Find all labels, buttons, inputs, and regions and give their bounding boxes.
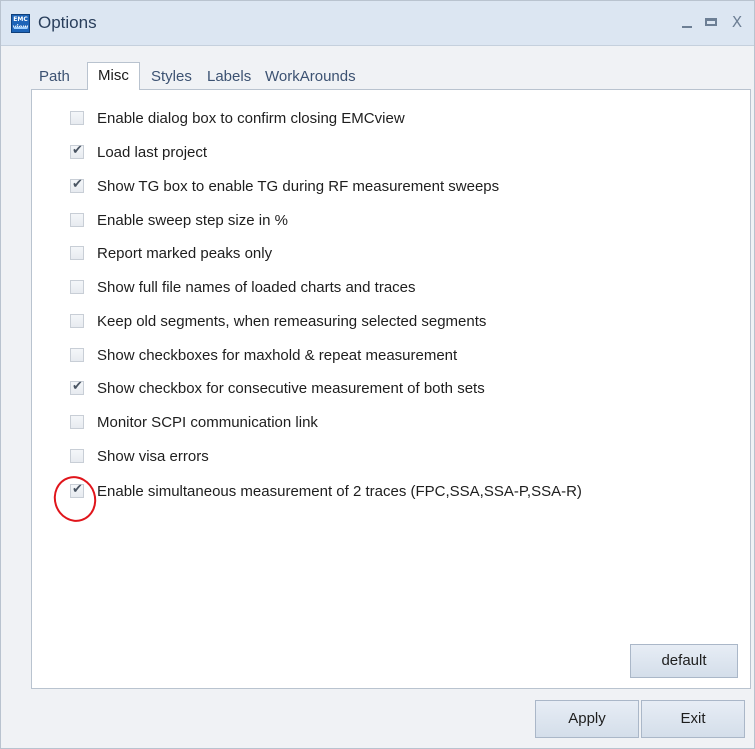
- tab-path[interactable]: Path: [39, 65, 70, 89]
- checkbox[interactable]: ✔: [70, 379, 84, 395]
- option-show-visa-errors[interactable]: ✔ Show visa errors: [70, 445, 209, 467]
- option-monitor-scpi[interactable]: ✔ Monitor SCPI communication link: [70, 411, 318, 433]
- option-confirm-closing[interactable]: ✔ Enable dialog box to confirm closing E…: [70, 107, 405, 129]
- close-button[interactable]: X: [727, 12, 747, 32]
- tab-workarounds[interactable]: WorkArounds: [265, 65, 356, 89]
- option-label: Show checkbox for consecutive measuremen…: [97, 379, 485, 397]
- maximize-button[interactable]: [701, 12, 721, 32]
- apply-button[interactable]: Apply: [535, 700, 639, 738]
- option-maxhold-repeat[interactable]: ✔ Show checkboxes for maxhold & repeat m…: [70, 344, 457, 366]
- check-icon: ✔: [72, 177, 83, 192]
- tab-strip: Path Misc Styles Labels WorkArounds: [31, 62, 731, 90]
- option-consecutive-measurement[interactable]: ✔ Show checkbox for consecutive measurem…: [70, 377, 485, 399]
- minimize-icon: [682, 26, 692, 28]
- checkbox[interactable]: ✔: [70, 415, 84, 429]
- tab-styles[interactable]: Styles: [151, 65, 192, 89]
- option-simultaneous-2-traces[interactable]: ✔ Enable simultaneous measurement of 2 t…: [70, 480, 582, 502]
- check-icon: ✔: [72, 143, 83, 158]
- option-load-last-project[interactable]: ✔ Load last project: [70, 141, 207, 163]
- option-sweep-step-percent[interactable]: ✔ Enable sweep step size in %: [70, 209, 288, 231]
- option-label: Enable dialog box to confirm closing EMC…: [97, 109, 405, 127]
- option-report-marked-peaks[interactable]: ✔ Report marked peaks only: [70, 242, 272, 264]
- checkbox[interactable]: ✔: [70, 177, 84, 193]
- option-full-file-names[interactable]: ✔ Show full file names of loaded charts …: [70, 276, 416, 298]
- option-label: Keep old segments, when remeasuring sele…: [97, 312, 487, 330]
- minimize-button[interactable]: [677, 12, 697, 32]
- check-icon: ✔: [72, 379, 83, 394]
- option-label: Enable simultaneous measurement of 2 tra…: [97, 482, 582, 500]
- checkbox[interactable]: ✔: [70, 348, 84, 362]
- app-icon-bar: [14, 27, 27, 29]
- tab-labels[interactable]: Labels: [207, 65, 251, 89]
- app-icon-text: EMC: [13, 16, 28, 23]
- option-keep-old-segments[interactable]: ✔ Keep old segments, when remeasuring se…: [70, 310, 486, 332]
- checkbox[interactable]: ✔: [70, 314, 84, 328]
- option-label: Show full file names of loaded charts an…: [97, 278, 416, 296]
- options-dialog: EMC view Options X Path Misc Styles Labe…: [0, 0, 755, 749]
- checkbox[interactable]: ✔: [70, 246, 84, 260]
- checkbox[interactable]: ✔: [70, 111, 84, 125]
- misc-tab-panel: ✔ Enable dialog box to confirm closing E…: [31, 89, 751, 689]
- close-icon: X: [731, 13, 743, 31]
- option-label: Report marked peaks only: [97, 244, 273, 262]
- emcview-app-icon: EMC view: [11, 14, 30, 33]
- check-icon: ✔: [72, 482, 83, 497]
- option-label: Enable sweep step size in %: [97, 211, 288, 229]
- checkbox[interactable]: ✔: [70, 143, 84, 159]
- checkbox[interactable]: ✔: [70, 482, 84, 498]
- tab-misc[interactable]: Misc: [87, 62, 140, 90]
- option-label: Load last project: [97, 143, 208, 161]
- option-label: Monitor SCPI communication link: [97, 413, 318, 431]
- checkbox[interactable]: ✔: [70, 449, 84, 463]
- option-label: Show checkboxes for maxhold & repeat mea…: [97, 346, 458, 364]
- title-bar[interactable]: EMC view Options X: [1, 1, 754, 46]
- default-button[interactable]: default: [630, 644, 738, 678]
- checkbox[interactable]: ✔: [70, 280, 84, 294]
- window-title: Options: [38, 13, 97, 32]
- exit-button[interactable]: Exit: [641, 700, 745, 738]
- maximize-icon: [705, 18, 717, 26]
- option-label: Show TG box to enable TG during RF measu…: [97, 177, 500, 195]
- checkbox[interactable]: ✔: [70, 213, 84, 227]
- option-show-tg-box[interactable]: ✔ Show TG box to enable TG during RF mea…: [70, 175, 499, 197]
- option-label: Show visa errors: [97, 447, 209, 465]
